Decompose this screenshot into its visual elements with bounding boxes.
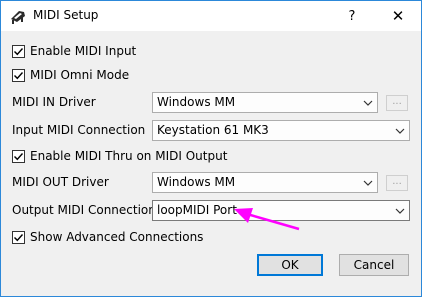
chevron-down-icon [363,180,373,186]
checkmark-icon [14,47,24,55]
midi-in-driver-select[interactable]: Windows MM [152,92,378,113]
help-button[interactable]: ? [329,1,375,31]
annotation-arrow-icon [234,208,300,231]
checkbox-box[interactable] [12,230,25,244]
checkmark-icon [14,233,24,241]
midi-in-browse-button[interactable]: ... [386,95,408,111]
midi-in-driver-value: Windows MM [157,95,236,109]
show-advanced-connections-checkbox[interactable]: Show Advanced Connections [12,229,203,245]
midi-setup-dialog: MIDI Setup ? ✕ Enable MIDI Input MIDI Om… [0,0,422,297]
ok-button[interactable]: OK [257,254,323,276]
chevron-down-icon [395,208,405,214]
output-midi-connection-label: Output MIDI Connection [12,203,156,217]
checkbox-box[interactable] [12,68,25,82]
midi-omni-mode-label: MIDI Omni Mode [30,68,130,82]
dialog-body: Enable MIDI Input MIDI Omni Mode MIDI IN… [1,31,421,296]
input-midi-connection-value: Keystation 61 MK3 [157,123,269,137]
output-midi-connection-value: loopMIDI Port [157,203,237,217]
enable-midi-thru-checkbox[interactable]: Enable MIDI Thru on MIDI Output [12,148,227,164]
enable-midi-input-label: Enable MIDI Input [30,44,137,58]
checkmark-icon [14,71,24,79]
input-midi-connection-select[interactable]: Keystation 61 MK3 [152,120,410,141]
show-advanced-connections-label: Show Advanced Connections [30,230,204,244]
piano-app-icon [11,11,25,24]
enable-midi-input-checkbox[interactable]: Enable MIDI Input [12,43,136,59]
enable-midi-thru-label: Enable MIDI Thru on MIDI Output [30,149,228,163]
checkbox-box[interactable] [12,44,25,58]
midi-out-driver-select[interactable]: Windows MM [152,172,378,193]
checkbox-box[interactable] [12,149,25,163]
input-midi-connection-label: Input MIDI Connection [12,123,146,137]
title-bar: MIDI Setup ? ✕ [1,1,421,31]
cancel-button[interactable]: Cancel [339,254,409,276]
midi-out-driver-value: Windows MM [157,175,236,189]
chevron-down-icon [363,100,373,106]
chevron-down-icon [395,128,405,134]
midi-out-driver-label: MIDI OUT Driver [12,175,109,189]
midi-out-browse-button[interactable]: ... [386,175,408,191]
midi-omni-mode-checkbox[interactable]: MIDI Omni Mode [12,67,129,83]
checkmark-icon [14,152,24,160]
window-title: MIDI Setup [33,8,99,22]
midi-in-driver-label: MIDI IN Driver [12,95,96,109]
close-button[interactable]: ✕ [375,1,421,31]
